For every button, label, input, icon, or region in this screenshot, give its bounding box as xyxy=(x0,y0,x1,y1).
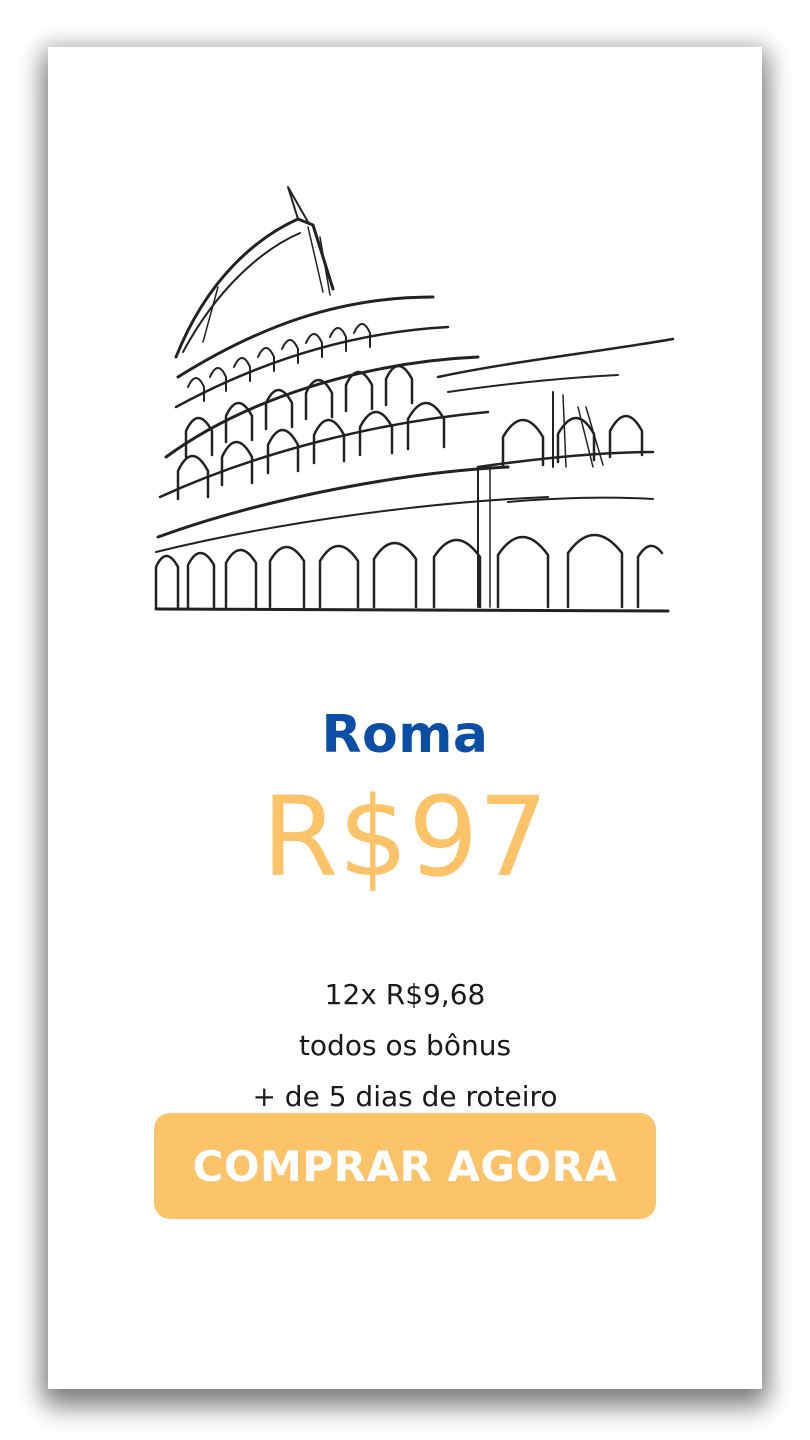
buy-now-button[interactable]: COMPRAR AGORA xyxy=(154,1113,656,1219)
pricing-card: Roma R$97 12x R$9,68 todos os bônus + de… xyxy=(48,47,762,1389)
installments-text: 12x R$9,68 xyxy=(324,978,486,1011)
destination-title: Roma xyxy=(321,705,489,765)
price-label: R$97 xyxy=(261,773,549,901)
colosseum-sketch-icon xyxy=(148,167,678,627)
bonus-text: todos os bônus xyxy=(298,1029,512,1062)
price-details: 12x R$9,68 todos os bônus + de 5 dias de… xyxy=(48,971,762,1124)
